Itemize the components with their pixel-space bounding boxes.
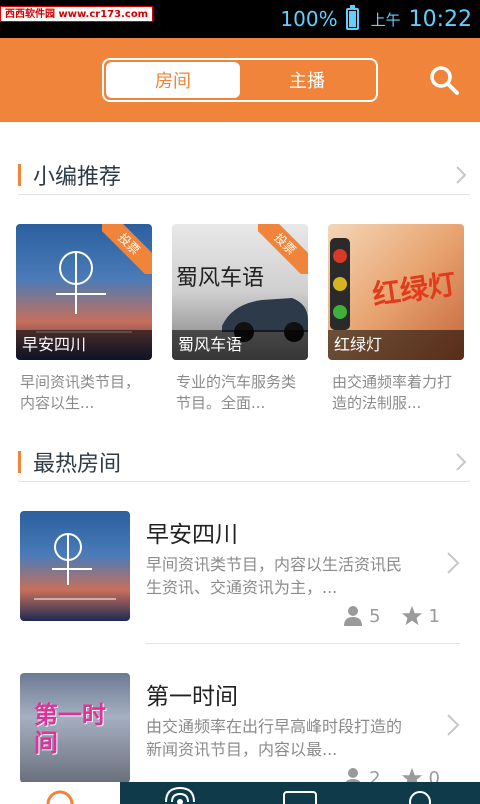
rec-card[interactable]: 投票 早安四川 早间资讯类节目，内容以生...: [16, 224, 152, 414]
chevron-right-icon: [447, 714, 460, 736]
divider: [146, 643, 460, 644]
bottom-nav: [0, 782, 480, 804]
rec-card-name: 红绿灯: [328, 330, 464, 360]
vote-badge: 投票: [258, 224, 308, 274]
nav-item-radio[interactable]: [120, 782, 240, 804]
search-icon[interactable]: [428, 64, 460, 96]
message-icon: [283, 791, 317, 804]
rec-card-desc: 专业的汽车服务类节目。全面...: [176, 373, 297, 412]
profile-icon: [409, 791, 431, 804]
section-title: 最热房间: [33, 451, 122, 477]
thumb-title-text: 第一时间: [34, 701, 106, 757]
status-bar: 西西软件园 www.cr173.com 100% 上午 10:22: [0, 0, 480, 38]
room-thumbnail: [20, 511, 130, 621]
status-indicators: 100% 上午 10:22: [280, 0, 472, 38]
section-accent-bar: [18, 450, 21, 473]
room-desc: 早间资讯类节目，内容以生活资讯民生资讯、交通资讯为主，...: [146, 555, 403, 597]
tab-hosts[interactable]: 主播: [240, 62, 374, 98]
nav-item-profile[interactable]: [360, 782, 480, 804]
rec-card-desc: 早间资讯类节目，内容以生...: [20, 373, 141, 412]
rec-card-name: 早安四川: [16, 330, 152, 360]
section-accent-bar: [18, 163, 21, 186]
battery-percent: 100%: [280, 7, 338, 31]
nav-item-message[interactable]: [240, 782, 360, 804]
hot-rooms-header[interactable]: 最热房间: [18, 442, 470, 482]
room-list-item[interactable]: 早安四川 早间资讯类节目，内容以生活资讯民生资讯、交通资讯为主，... 5 1: [20, 511, 460, 665]
rec-card[interactable]: 蜀风车语 投票 蜀风车语 专业的汽车服务类节目。全面...: [172, 224, 308, 414]
room-stats: 5 1: [343, 605, 440, 627]
room-title: 早安四川: [146, 522, 238, 548]
editor-picks-header[interactable]: 小编推荐: [18, 155, 470, 195]
chevron-right-icon[interactable]: [454, 452, 468, 472]
home-icon: [46, 790, 74, 804]
rec-card-desc: 由交通频率着力打造的法制服...: [332, 373, 453, 412]
user-icon: [344, 606, 363, 626]
favorite-count: 1: [428, 605, 440, 627]
room-title: 第一时间: [146, 684, 238, 710]
rec-thumbnail: 蜀风车语 投票 蜀风车语: [172, 224, 308, 360]
section-title: 小编推荐: [33, 164, 122, 190]
rec-thumbnail: 红绿灯 红绿灯: [328, 224, 464, 360]
chevron-right-icon[interactable]: [454, 165, 468, 185]
room-host-segmented-control: 房间 主播: [102, 58, 378, 102]
morning-art-icon: [34, 533, 116, 600]
chevron-right-icon: [447, 552, 460, 574]
tab-rooms[interactable]: 房间: [106, 62, 240, 98]
star-icon: [401, 605, 422, 626]
room-desc: 由交通频率在出行早高峰时段打造的新闻资讯节目，内容以最...: [146, 717, 403, 759]
listener-count: 5: [369, 605, 381, 627]
rec-card-name: 蜀风车语: [172, 330, 308, 360]
room-thumbnail: 第一时间: [20, 673, 130, 783]
watermark: 西西软件园 www.cr173.com: [0, 6, 154, 22]
vote-badge: 投票: [102, 224, 152, 274]
broadcast-icon: [165, 786, 195, 804]
app-header: 房间 主播: [0, 38, 480, 122]
rec-thumbnail: 投票 早安四川: [16, 224, 152, 360]
clock-ampm: 上午: [370, 10, 401, 29]
clock-time: 10:22: [408, 6, 472, 32]
battery-icon: [345, 5, 359, 30]
rec-card[interactable]: 红绿灯 红绿灯 由交通频率着力打造的法制服...: [328, 224, 464, 414]
nav-item-home[interactable]: [0, 782, 120, 804]
